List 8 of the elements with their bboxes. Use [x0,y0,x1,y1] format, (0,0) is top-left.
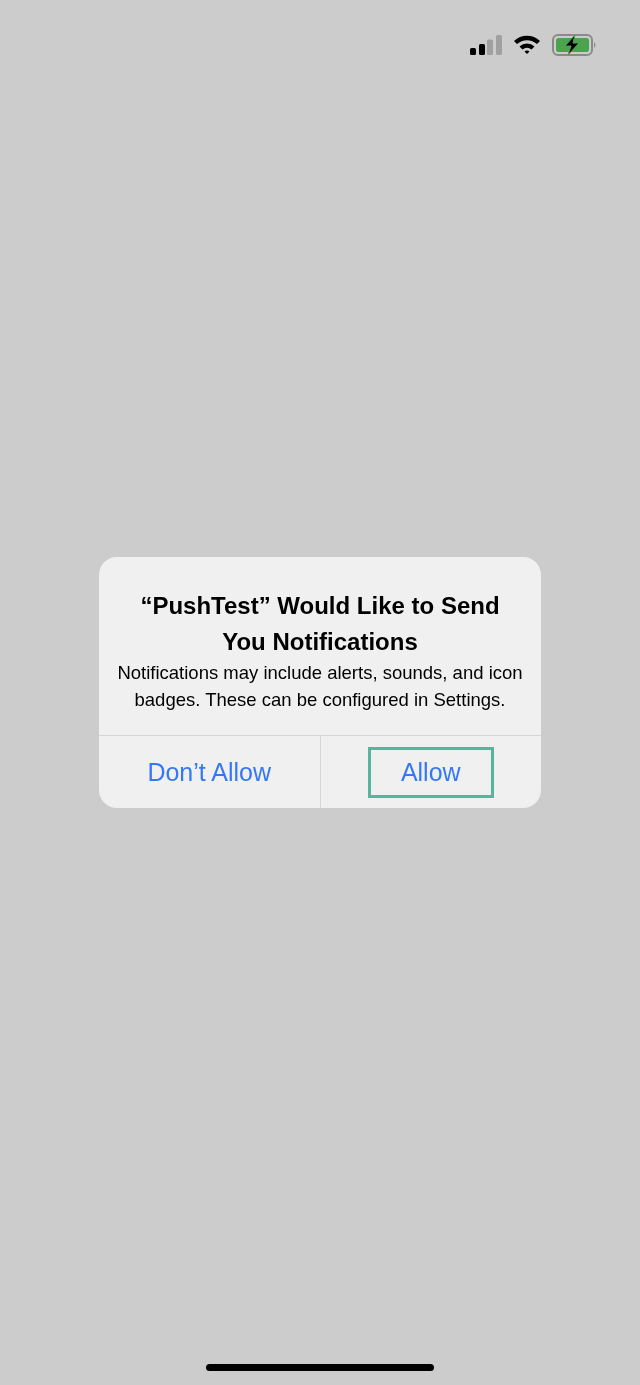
alert-button[interactable]: Allow [367,746,494,798]
home-indicator[interactable] [206,1364,434,1371]
alert-title: “PushTest” Would Like to Send You Notifications [139,591,501,657]
alert-button[interactable]: Don’t Allow [114,746,305,798]
signal-icon [470,35,502,55]
battery-charging-icon [552,34,598,56]
alert-message: Notifications may include alerts, sounds, and icon badges. These can be configured in Settings. [117,661,523,712]
wifi-icon [513,34,541,54]
